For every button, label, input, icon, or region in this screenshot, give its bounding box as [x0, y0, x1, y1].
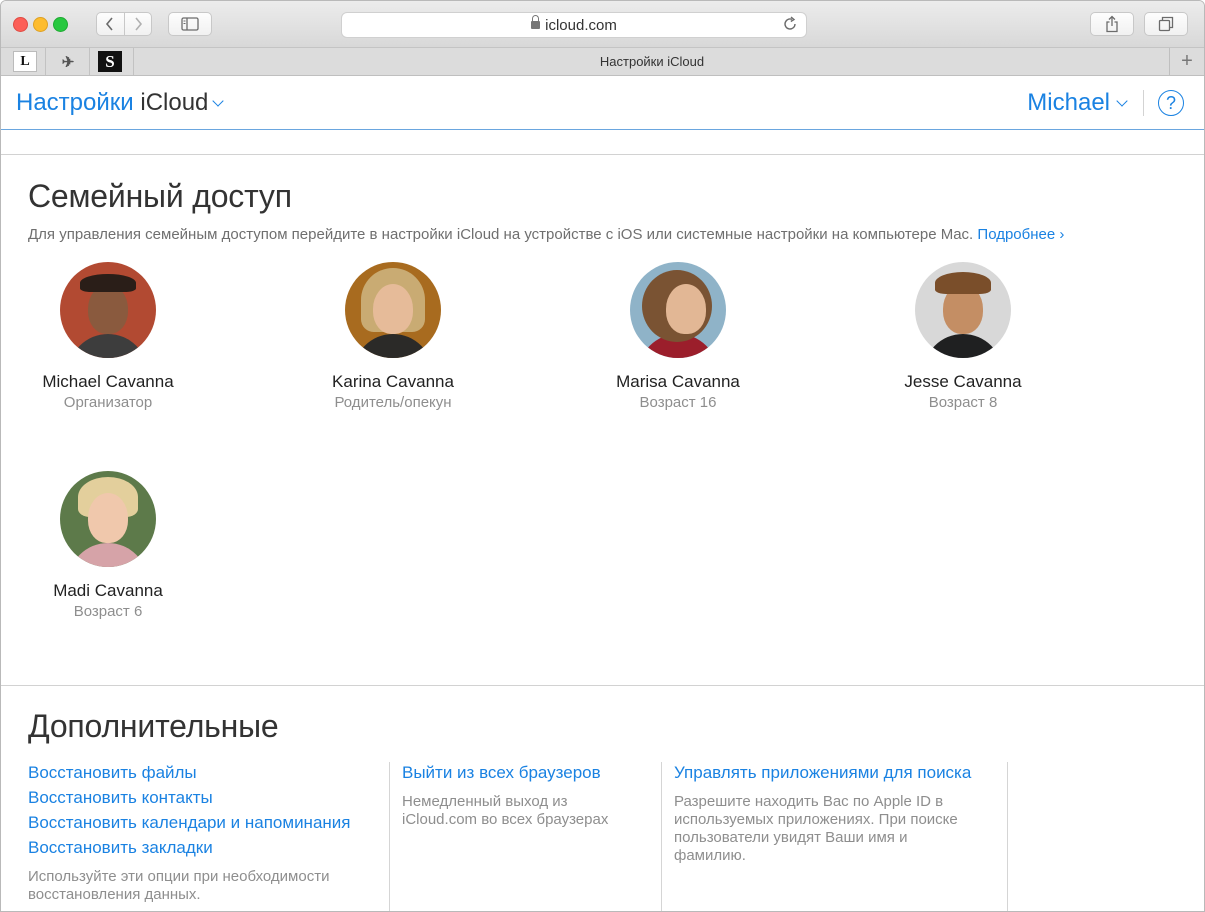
sidebar-icon	[181, 17, 199, 31]
tabs-icon	[1158, 16, 1174, 32]
user-name: Michael	[1027, 89, 1110, 116]
advanced-panel: Дополнительные Восстановить файлы Восста…	[1, 685, 1204, 911]
address-bar[interactable]: icloud.com	[341, 12, 807, 38]
member-name: Jesse Cavanna	[904, 372, 1022, 391]
manage-apps-lookup-link[interactable]: Управлять приложениями для поиска	[674, 763, 1004, 783]
app-title-name: iCloud	[140, 89, 209, 116]
member-role: Возраст 6	[73, 603, 143, 620]
minimize-window-button[interactable]	[33, 17, 48, 32]
member-role: Организатор	[63, 394, 153, 411]
browser-toolbar: icloud.com	[1, 1, 1204, 48]
app-menu[interactable]: Настройки iCloud	[16, 89, 225, 117]
member-name: Karina Cavanna	[332, 372, 454, 391]
chevron-left-icon	[106, 17, 113, 31]
new-tab-button[interactable]: +	[1169, 48, 1204, 75]
chevron-right-icon	[135, 17, 142, 31]
back-button[interactable]	[97, 13, 124, 35]
member-role: Родитель/опекун	[334, 394, 452, 411]
reload-icon[interactable]	[782, 16, 798, 32]
zoom-window-button[interactable]	[53, 17, 68, 32]
tab-bar: L ✈ S Настройки iCloud +	[1, 48, 1204, 76]
favorite-l[interactable]: L	[13, 51, 37, 72]
family-subtitle: Для управления семейным доступом перейди…	[28, 226, 974, 243]
back-forward-group	[96, 12, 152, 36]
member-name: Madi Cavanna	[53, 581, 163, 600]
forward-button[interactable]	[123, 13, 152, 35]
advanced-title: Дополнительные	[28, 708, 279, 744]
user-menu[interactable]: Michael	[1027, 89, 1128, 117]
avatar	[60, 262, 156, 358]
help-button[interactable]: ?	[1158, 90, 1184, 116]
column-divider	[1007, 762, 1008, 911]
avatar	[630, 262, 726, 358]
family-title: Семейный доступ	[28, 178, 292, 214]
learn-more-link[interactable]: Подробнее ›	[977, 226, 1064, 243]
tabs-overview-button[interactable]	[1144, 12, 1188, 36]
member-role: Возраст 8	[928, 394, 998, 411]
family-sharing-panel: Семейный доступ Для управления семейным …	[1, 154, 1204, 686]
member-name: Michael Cavanna	[42, 372, 174, 391]
url-text: icloud.com	[545, 17, 617, 34]
avatar	[60, 471, 156, 567]
airplane-icon[interactable]: ✈	[56, 51, 80, 72]
family-member[interactable]: Madi Cavanna Возраст 6	[1, 471, 218, 620]
family-member[interactable]: Karina Cavanna Родитель/опекун	[283, 262, 503, 411]
app-title-prefix: Настройки	[16, 89, 134, 116]
app-header: Настройки iCloud Michael ?	[1, 76, 1204, 130]
header-divider	[1143, 90, 1144, 116]
plus-icon: +	[1181, 50, 1193, 72]
family-member[interactable]: Marisa Cavanna Возраст 16	[568, 262, 788, 411]
family-member[interactable]: Jesse Cavanna Возраст 8	[853, 262, 1073, 411]
chevron-down-icon	[212, 95, 225, 107]
chevron-down-icon	[1116, 95, 1128, 107]
share-icon	[1106, 15, 1118, 33]
signout-column: Выйти из всех браузеров Немедленный выхо…	[402, 763, 647, 829]
restore-column: Восстановить файлы Восстановить контакты…	[28, 763, 383, 904]
sign-out-all-browsers-link[interactable]: Выйти из всех браузеров	[402, 763, 647, 783]
tab-settings-icloud[interactable]: Настройки iCloud	[134, 54, 1170, 69]
column-divider	[389, 762, 390, 911]
browser-window: icloud.com L ✈ S Настройки iCloud + Наст…	[0, 0, 1205, 912]
close-window-button[interactable]	[13, 17, 28, 32]
sidebar-button[interactable]	[168, 12, 212, 36]
signout-description: Немедленный выход из iCloud.com во всех …	[402, 793, 609, 828]
lock-icon	[531, 15, 541, 29]
avatar	[345, 262, 441, 358]
member-role: Возраст 16	[639, 394, 717, 411]
family-member[interactable]: Michael Cavanna Организатор	[1, 262, 218, 411]
avatar	[915, 262, 1011, 358]
restore-calendars-link[interactable]: Восстановить календари и напоминания	[28, 813, 383, 833]
restore-contacts-link[interactable]: Восстановить контакты	[28, 788, 383, 808]
restore-bookmarks-link[interactable]: Восстановить закладки	[28, 838, 383, 858]
column-divider	[661, 762, 662, 911]
restore-files-link[interactable]: Восстановить файлы	[28, 763, 383, 783]
restore-description: Используйте эти опции при необходимости …	[28, 868, 330, 903]
apps-column: Управлять приложениями для поиска Разреш…	[674, 763, 1004, 865]
share-button[interactable]	[1090, 12, 1134, 36]
favorite-s[interactable]: S	[98, 51, 122, 72]
apps-description: Разрешите находить Вас по Apple ID в исп…	[674, 793, 958, 864]
member-name: Marisa Cavanna	[616, 372, 740, 391]
